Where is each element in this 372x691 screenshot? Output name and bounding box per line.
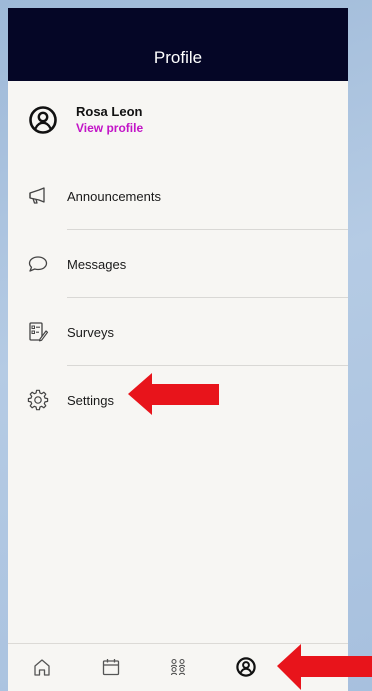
app-header: Profile xyxy=(8,8,348,81)
menu-item-surveys[interactable]: Surveys xyxy=(8,298,348,366)
gear-icon xyxy=(26,388,50,412)
calendar-icon xyxy=(102,659,120,676)
menu-item-announcements[interactable]: Announcements xyxy=(8,162,348,230)
profile-icon xyxy=(236,657,256,677)
menu-item-messages[interactable]: Messages xyxy=(8,230,348,298)
tab-profile[interactable] xyxy=(233,654,259,680)
user-avatar-icon xyxy=(29,106,57,134)
chat-bubble-icon xyxy=(26,252,50,276)
menu-item-label: Surveys xyxy=(67,324,114,340)
tab-calendar[interactable] xyxy=(98,654,124,680)
menu-item-label: Messages xyxy=(67,256,127,272)
tab-people[interactable] xyxy=(165,654,191,680)
menu-item-label: Settings xyxy=(67,392,114,408)
annotation-arrow-settings xyxy=(128,373,219,415)
phone-screen: Profile Rosa Leon View profile Announcem… xyxy=(8,8,348,691)
megaphone-icon xyxy=(26,184,50,208)
annotation-arrow-profile-tab xyxy=(277,644,372,690)
profile-name: Rosa Leon xyxy=(76,104,143,119)
tab-home[interactable] xyxy=(29,654,55,680)
profile-row[interactable]: Rosa Leon View profile xyxy=(28,104,143,136)
page-title: Profile xyxy=(153,48,203,67)
menu-item-label: Announcements xyxy=(67,188,161,204)
home-icon xyxy=(34,659,50,676)
view-profile-link[interactable]: View profile xyxy=(76,120,143,136)
survey-icon xyxy=(26,320,50,344)
people-icon xyxy=(170,658,186,676)
